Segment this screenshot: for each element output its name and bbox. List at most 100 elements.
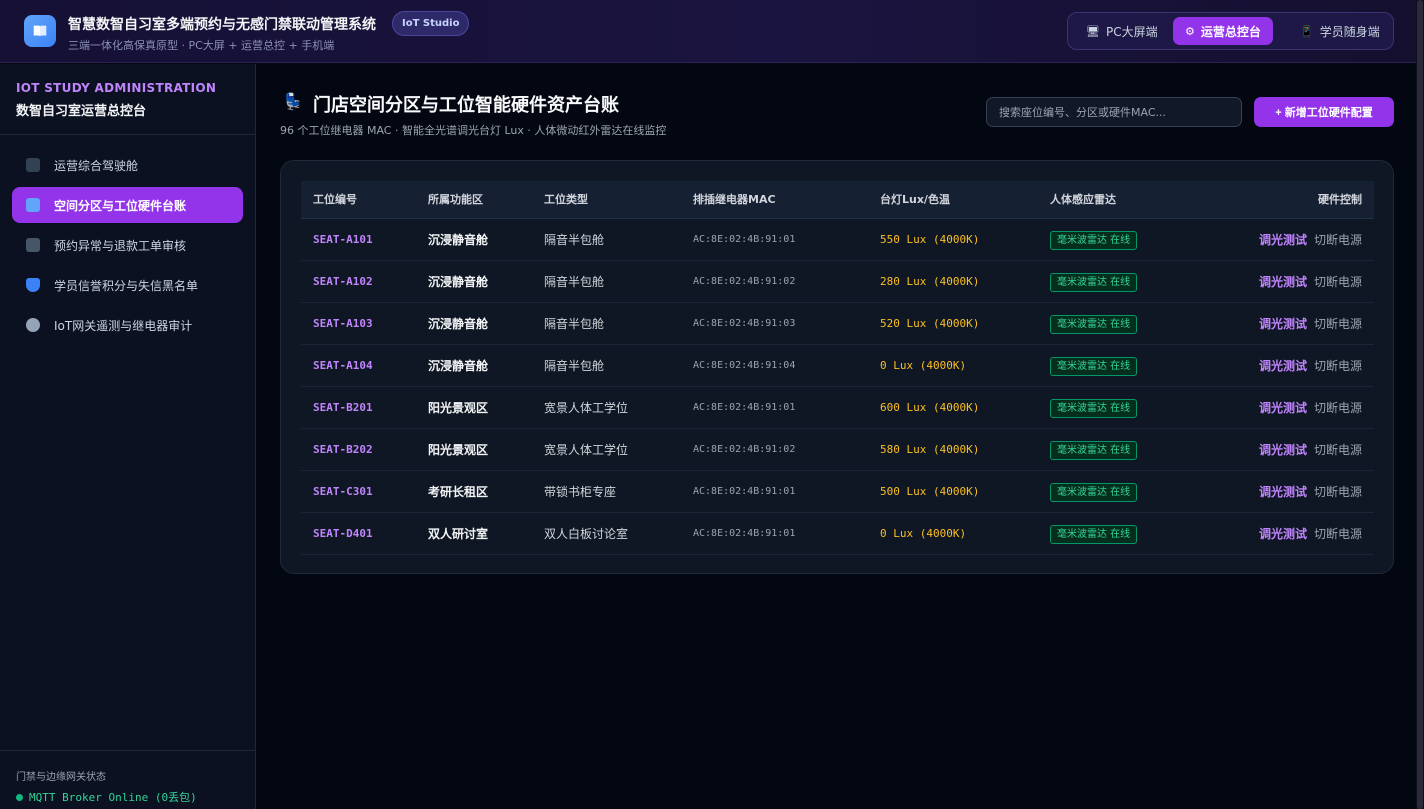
seat-type: 隔音半包舱 bbox=[544, 359, 605, 373]
sidebar-item-label: 学员信誉积分与失信黑名单 bbox=[54, 278, 199, 293]
seat-zone: 沉浸静音舱 bbox=[428, 233, 489, 247]
seat-id[interactable]: SEAT-A103 bbox=[313, 303, 373, 345]
cut-power-button[interactable]: 切断电源 bbox=[1314, 429, 1362, 471]
relay-mac: AC:8E:02:4B:91:02 bbox=[693, 276, 796, 287]
radar-status-badge: 毫米波雷达 在线 bbox=[1050, 231, 1138, 250]
sidebar-title-zh: 数智自习室运营总控台 bbox=[16, 104, 147, 119]
radar-status-badge: 毫米波雷达 在线 bbox=[1050, 357, 1138, 376]
sidebar-item-label: 预约异常与退款工单审核 bbox=[54, 238, 187, 253]
search-input[interactable] bbox=[986, 97, 1242, 127]
seat-id[interactable]: SEAT-A101 bbox=[313, 219, 373, 261]
radar-status-badge: 毫米波雷达 在线 bbox=[1050, 315, 1138, 334]
cut-power-button[interactable]: 切断电源 bbox=[1314, 303, 1362, 345]
table-header: 工位编号 所属功能区 工位类型 排插继电器MAC 台灯Lux/色温 人体感应雷达… bbox=[301, 181, 1374, 219]
gateway-status-label: 门禁与边缘网关状态 bbox=[16, 772, 106, 783]
table-row: SEAT-D401 双人研讨室 双人白板讨论室 AC:8E:02:4B:91:01 0 … bbox=[301, 513, 1374, 555]
column-header: 所属功能区 bbox=[428, 193, 483, 206]
mode-label: PC大屏端 bbox=[1105, 24, 1158, 39]
cut-power-button[interactable]: 切断电源 bbox=[1314, 471, 1362, 513]
mqtt-status: MQTT Broker Online (0丢包) bbox=[16, 789, 197, 805]
radar-status-badge: 毫米波雷达 在线 bbox=[1050, 399, 1138, 418]
lamp-lux: 580 Lux (4000K) bbox=[880, 443, 980, 456]
seat-id[interactable]: SEAT-A104 bbox=[313, 345, 373, 387]
lamp-lux: 550 Lux (4000K) bbox=[880, 233, 980, 246]
seat-zone: 阳光景观区 bbox=[428, 443, 489, 457]
dimming-test-button[interactable]: 调光测试 bbox=[1259, 429, 1307, 471]
seat-id[interactable]: SEAT-B201 bbox=[313, 387, 373, 429]
radar-status-badge: 毫米波雷达 在线 bbox=[1050, 441, 1138, 460]
table-row: SEAT-C301 考研长租区 带锁书柜专座 AC:8E:02:4B:91:01 500… bbox=[301, 471, 1374, 513]
sidebar-title-en: IOT STUDY ADMINISTRATION bbox=[16, 81, 217, 95]
seat-zone: 沉浸静音舱 bbox=[428, 317, 489, 331]
seat-id[interactable]: SEAT-A102 bbox=[313, 261, 373, 303]
relay-mac: AC:8E:02:4B:91:01 bbox=[693, 402, 796, 413]
document-icon bbox=[26, 238, 40, 252]
relay-mac: AC:8E:02:4B:91:02 bbox=[693, 444, 796, 455]
app-title: 智慧数智自习室多端预约与无感门禁联动管理系统 bbox=[68, 17, 376, 33]
sidebar-item-iot-gateway[interactable]: IoT网关遥测与继电器审计 bbox=[12, 307, 243, 343]
lamp-lux: 0 Lux (4000K) bbox=[880, 527, 967, 540]
mode-label: 学员随身端 bbox=[1319, 24, 1380, 39]
radar-status-badge: 毫米波雷达 在线 bbox=[1050, 273, 1138, 292]
seat-zone: 阳光景观区 bbox=[428, 401, 489, 415]
page-subtitle: 96 个工位继电器 MAC · 智能全光谱调光台灯 Lux · 人体微动红外雷达… bbox=[280, 124, 667, 137]
lamp-lux: 500 Lux (4000K) bbox=[880, 485, 980, 498]
cut-power-button[interactable]: 切断电源 bbox=[1314, 387, 1362, 429]
column-header: 台灯Lux/色温 bbox=[880, 193, 950, 206]
sidebar-item-dashboard[interactable]: 运营综合驾驶舱 bbox=[12, 147, 243, 183]
lamp-lux: 520 Lux (4000K) bbox=[880, 317, 980, 330]
satellite-icon bbox=[26, 318, 40, 332]
dimming-test-button[interactable]: 调光测试 bbox=[1259, 513, 1307, 555]
mode-pc-screen-button[interactable]: 🖥 PC大屏端 bbox=[1074, 17, 1170, 45]
seat-id[interactable]: SEAT-C301 bbox=[313, 471, 373, 513]
column-header: 工位编号 bbox=[313, 193, 357, 206]
dimming-test-button[interactable]: 调光测试 bbox=[1259, 219, 1307, 261]
seat-id[interactable]: SEAT-B202 bbox=[313, 429, 373, 471]
cut-power-button[interactable]: 切断电源 bbox=[1314, 513, 1362, 555]
lamp-lux: 600 Lux (4000K) bbox=[880, 401, 980, 414]
add-seat-hardware-button[interactable]: + 新增工位硬件配置 bbox=[1254, 97, 1394, 127]
sidebar: IOT STUDY ADMINISTRATION 数智自习室运营总控台 运营综合… bbox=[0, 64, 256, 809]
table-row: SEAT-A104 沉浸静音舱 隔音半包舱 AC:8E:02:4B:91:04 0 Lu… bbox=[301, 345, 1374, 387]
seat-zone: 沉浸静音舱 bbox=[428, 275, 489, 289]
app-subtitle: 三端一体化高保真原型 · PC大屏 + 运营总控 + 手机端 bbox=[68, 39, 335, 52]
desk-icon: 💺 bbox=[283, 92, 303, 111]
relay-mac: AC:8E:02:4B:91:03 bbox=[693, 318, 796, 329]
dimming-test-button[interactable]: 调光测试 bbox=[1259, 387, 1307, 429]
shield-icon bbox=[26, 278, 40, 292]
page-title: 门店空间分区与工位智能硬件资产台账 bbox=[313, 95, 619, 116]
seat-zone: 考研长租区 bbox=[428, 485, 489, 499]
column-header: 人体感应雷达 bbox=[1050, 193, 1116, 206]
seat-type: 带锁书柜专座 bbox=[544, 485, 617, 499]
chart-icon bbox=[26, 158, 40, 172]
sidebar-item-label: 空间分区与工位硬件台账 bbox=[54, 198, 187, 213]
cut-power-button[interactable]: 切断电源 bbox=[1314, 345, 1362, 387]
iot-studio-badge: IoT Studio bbox=[392, 11, 470, 36]
dimming-test-button[interactable]: 调光测试 bbox=[1259, 261, 1307, 303]
column-header: 工位类型 bbox=[544, 193, 588, 206]
table-row: SEAT-B202 阳光景观区 宽景人体工学位 AC:8E:02:4B:91:02 58… bbox=[301, 429, 1374, 471]
table-row: SEAT-A102 沉浸静音舱 隔音半包舱 AC:8E:02:4B:91:02 280 … bbox=[301, 261, 1374, 303]
book-icon bbox=[24, 15, 56, 47]
lamp-lux: 280 Lux (4000K) bbox=[880, 275, 980, 288]
sidebar-item-credit-blacklist[interactable]: 学员信誉积分与失信黑名单 bbox=[12, 267, 243, 303]
mode-ops-console-button[interactable]: ⚙ 运营总控台 bbox=[1173, 17, 1273, 45]
dimming-test-button[interactable]: 调光测试 bbox=[1259, 345, 1307, 387]
relay-mac: AC:8E:02:4B:91:01 bbox=[693, 234, 796, 245]
divider bbox=[0, 750, 255, 751]
seat-id[interactable]: SEAT-D401 bbox=[313, 513, 373, 555]
seat-type: 宽景人体工学位 bbox=[544, 443, 629, 457]
mode-mobile-button[interactable]: 📱 学员随身端 bbox=[1288, 17, 1392, 45]
sidebar-item-refund-review[interactable]: 预约异常与退款工单审核 bbox=[12, 227, 243, 263]
seat-type: 隔音半包舱 bbox=[544, 317, 605, 331]
cut-power-button[interactable]: 切断电源 bbox=[1314, 261, 1362, 303]
page-scrollbar-thumb[interactable] bbox=[1417, 0, 1423, 809]
radar-status-badge: 毫米波雷达 在线 bbox=[1050, 483, 1138, 502]
seat-type: 隔音半包舱 bbox=[544, 275, 605, 289]
dimming-test-button[interactable]: 调光测试 bbox=[1259, 471, 1307, 513]
seat-type: 隔音半包舱 bbox=[544, 233, 605, 247]
dimming-test-button[interactable]: 调光测试 bbox=[1259, 303, 1307, 345]
cut-power-button[interactable]: 切断电源 bbox=[1314, 219, 1362, 261]
sidebar-item-seat-hardware[interactable]: 空间分区与工位硬件台账 bbox=[12, 187, 243, 223]
sidebar-item-label: IoT网关遥测与继电器审计 bbox=[54, 318, 193, 333]
